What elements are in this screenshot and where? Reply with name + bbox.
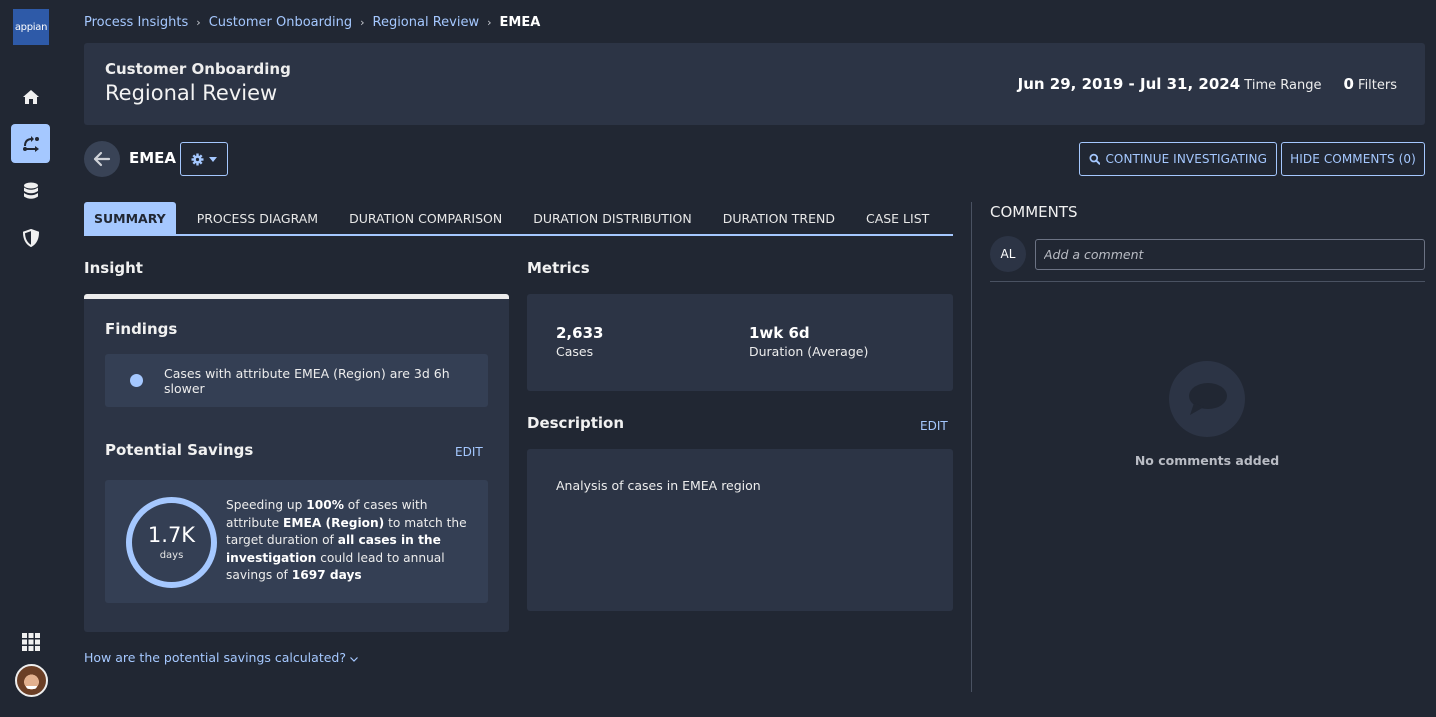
nav-apps[interactable] bbox=[11, 622, 50, 661]
database-icon bbox=[23, 182, 38, 199]
investigation-title: Regional Review bbox=[105, 81, 278, 105]
tab-summary[interactable]: SUMMARY bbox=[84, 202, 176, 234]
metrics-heading: Metrics bbox=[527, 259, 590, 277]
nav-security[interactable] bbox=[11, 218, 50, 257]
breadcrumb-current: EMEA bbox=[499, 15, 541, 30]
metric-cases: 2,633 Cases bbox=[556, 324, 603, 359]
grid-icon bbox=[21, 632, 40, 651]
savings-unit: days bbox=[159, 549, 184, 561]
breadcrumb-regional-review[interactable]: Regional Review bbox=[373, 15, 480, 30]
continue-investigating-button[interactable]: CONTINUE INVESTIGATING bbox=[1079, 142, 1277, 176]
comment-input[interactable] bbox=[1035, 239, 1425, 270]
savings-ring: 1.7K days bbox=[126, 497, 217, 588]
breadcrumb-separator: › bbox=[487, 16, 492, 29]
hide-comments-label: HIDE COMMENTS (0) bbox=[1290, 152, 1416, 166]
tab-duration-trend[interactable]: DURATION TREND bbox=[713, 202, 845, 234]
tab-duration-comparison[interactable]: DURATION COMPARISON bbox=[339, 202, 512, 234]
tab-process-diagram[interactable]: PROCESS DIAGRAM bbox=[187, 202, 328, 234]
findings-heading: Findings bbox=[105, 320, 178, 338]
process-flow-icon bbox=[22, 135, 39, 152]
comments-divider bbox=[971, 202, 972, 692]
insight-heading: Insight bbox=[84, 259, 143, 277]
process-name: Customer Onboarding bbox=[105, 60, 291, 78]
user-avatar[interactable] bbox=[15, 664, 48, 697]
search-icon bbox=[1089, 153, 1101, 165]
metrics-card: 2,633 Cases 1wk 6d Duration (Average) bbox=[527, 294, 953, 391]
savings-summary: 1.7K days Speeding up 100% of cases with… bbox=[105, 480, 488, 603]
savings-attribute: EMEA (Region) bbox=[283, 515, 385, 530]
nav-data[interactable] bbox=[11, 171, 50, 210]
time-range[interactable]: Jun 29, 2019 - Jul 31, 2024 Time Range bbox=[1017, 75, 1322, 93]
insight-card: Findings Cases with attribute EMEA (Regi… bbox=[84, 294, 509, 632]
filters[interactable]: 0 Filters bbox=[1343, 75, 1397, 93]
caret-down-icon bbox=[209, 156, 217, 162]
finding-item: Cases with attribute EMEA (Region) are 3… bbox=[105, 354, 488, 407]
header-filters: Jun 29, 2019 - Jul 31, 2024 Time Range 0 … bbox=[1018, 75, 1397, 93]
filters-count: 0 bbox=[1343, 75, 1354, 93]
metric-value: 1wk 6d bbox=[749, 324, 810, 342]
gear-icon bbox=[191, 153, 204, 165]
breadcrumb-process-insights[interactable]: Process Insights bbox=[84, 15, 188, 30]
tab-bar: SUMMARY PROCESS DIAGRAM DURATION COMPARI… bbox=[84, 202, 953, 236]
finding-text: Cases with attribute EMEA (Region) are 3… bbox=[164, 365, 450, 396]
savings-percent: 100% bbox=[306, 498, 344, 512]
breadcrumb-separator: › bbox=[360, 16, 365, 29]
how-savings-calculated-link[interactable]: How are the potential savings calculated… bbox=[84, 650, 358, 665]
time-range-label: Time Range bbox=[1244, 78, 1322, 93]
hide-comments-button[interactable]: HIDE COMMENTS (0) bbox=[1281, 142, 1425, 176]
description-card: Analysis of cases in EMEA region bbox=[527, 449, 953, 611]
potential-savings-heading: Potential Savings bbox=[105, 441, 254, 459]
filters-label: Filters bbox=[1358, 78, 1397, 93]
appian-logo[interactable]: appian bbox=[13, 9, 49, 45]
breadcrumb-separator: › bbox=[196, 16, 201, 29]
breadcrumb-customer-onboarding[interactable]: Customer Onboarding bbox=[209, 15, 352, 30]
savings-days: 1697 days bbox=[291, 568, 362, 582]
user-initials-avatar: AL bbox=[990, 236, 1026, 272]
finding-bullet-icon bbox=[130, 374, 143, 387]
how-savings-label: How are the potential savings calculated… bbox=[84, 650, 346, 665]
back-button[interactable] bbox=[84, 141, 120, 177]
description-edit-link[interactable]: EDIT bbox=[920, 419, 948, 433]
metric-value: 2,633 bbox=[556, 324, 604, 342]
tab-duration-distribution[interactable]: DURATION DISTRIBUTION bbox=[523, 202, 702, 234]
metric-label: Duration (Average) bbox=[749, 344, 869, 359]
speech-bubble-icon bbox=[1189, 383, 1227, 415]
continue-investigating-label: CONTINUE INVESTIGATING bbox=[1105, 152, 1267, 166]
metric-label: Cases bbox=[556, 344, 594, 359]
arrow-left-icon bbox=[93, 151, 111, 167]
tab-case-list[interactable]: CASE LIST bbox=[856, 202, 939, 234]
time-range-value: Jun 29, 2019 - Jul 31, 2024 bbox=[1017, 75, 1241, 93]
shield-icon bbox=[22, 228, 39, 247]
empty-comments-graphic bbox=[1169, 361, 1245, 437]
savings-value: 1.7K bbox=[147, 523, 196, 548]
metric-duration: 1wk 6d Duration (Average) bbox=[749, 324, 868, 359]
no-comments-text: No comments added bbox=[1134, 453, 1280, 468]
description-heading: Description bbox=[527, 414, 625, 432]
description-text: Analysis of cases in EMEA region bbox=[556, 478, 761, 493]
investigation-header: Customer Onboarding Regional Review Jun … bbox=[84, 43, 1425, 125]
settings-menu-button[interactable] bbox=[180, 142, 228, 176]
savings-edit-link[interactable]: EDIT bbox=[455, 445, 483, 459]
page-title: EMEA bbox=[129, 149, 177, 167]
savings-description: Speeding up 100% of cases with attribute… bbox=[226, 497, 476, 585]
nav-home[interactable] bbox=[11, 77, 50, 116]
home-icon bbox=[22, 89, 39, 104]
comments-heading: COMMENTS bbox=[990, 203, 1078, 221]
nav-process-insights[interactable] bbox=[11, 124, 50, 163]
comments-separator bbox=[990, 281, 1425, 282]
breadcrumb: Process Insights › Customer Onboarding ›… bbox=[84, 15, 540, 30]
savings-text-part: Speeding up bbox=[226, 498, 307, 512]
chevron-down-icon bbox=[350, 657, 358, 662]
left-nav: appian bbox=[0, 0, 62, 717]
